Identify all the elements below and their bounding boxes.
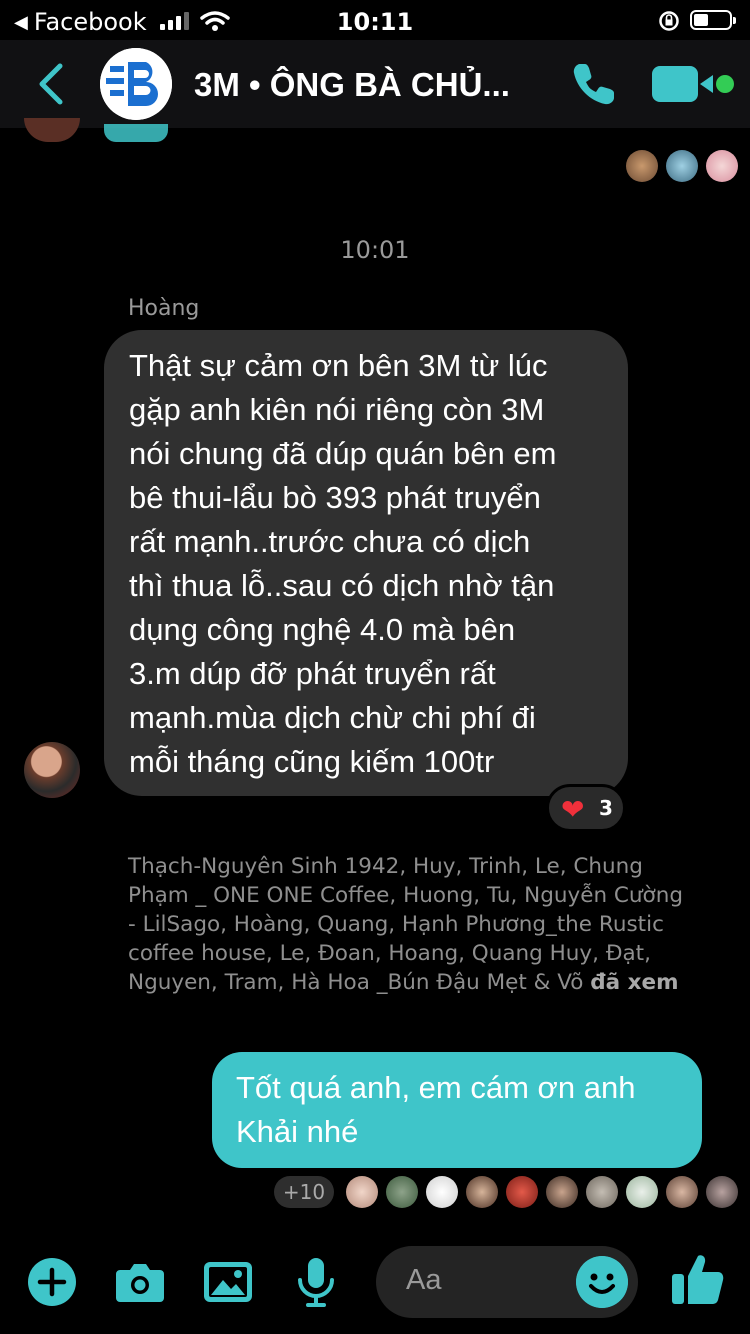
- incoming-message-bubble[interactable]: Thật sự cảm ơn bên 3M từ lúc gặp anh kiê…: [104, 330, 628, 796]
- outgoing-message-bubble[interactable]: Tốt quá anh, em cám ơn anh Khải nhé: [212, 1052, 702, 1168]
- chat-title[interactable]: 3M • ÔNG BÀ CHỦ...: [194, 66, 510, 104]
- seen-avatar[interactable]: [506, 1176, 538, 1208]
- sender-avatar[interactable]: [24, 742, 80, 798]
- camera-icon[interactable]: [112, 1254, 168, 1310]
- seen-avatar[interactable]: [626, 150, 658, 182]
- message-input[interactable]: Aa: [376, 1246, 638, 1318]
- seen-avatar[interactable]: [706, 150, 738, 182]
- seen-avatar[interactable]: [466, 1176, 498, 1208]
- reaction-badge[interactable]: ❤ 3: [546, 784, 626, 832]
- seen-avatar[interactable]: [386, 1176, 418, 1208]
- phone-icon[interactable]: [568, 58, 620, 110]
- back-arrow-icon[interactable]: [30, 60, 74, 108]
- image-icon[interactable]: [200, 1254, 256, 1310]
- thumbs-up-icon[interactable]: [668, 1250, 726, 1308]
- seen-avatar[interactable]: [426, 1176, 458, 1208]
- sender-name: Hoàng: [128, 296, 200, 321]
- incoming-message-text: Thật sự cảm ơn bên 3M từ lúc gặp anh kiê…: [129, 348, 557, 779]
- battery-icon: [690, 10, 736, 30]
- seen-avatar[interactable]: [346, 1176, 378, 1208]
- video-icon[interactable]: [652, 66, 713, 102]
- seen-avatar[interactable]: [586, 1176, 618, 1208]
- heart-icon: ❤: [561, 793, 585, 826]
- message-input-placeholder: Aa: [406, 1264, 442, 1296]
- reaction-count: 3: [599, 796, 613, 820]
- chat-header: 3M • ÔNG BÀ CHỦ...: [0, 40, 750, 128]
- microphone-icon[interactable]: [288, 1254, 344, 1310]
- seen-by-list[interactable]: Thạch-Nguyên Sinh 1942, Huy, Trinh, Le, …: [128, 852, 688, 997]
- seen-avatar[interactable]: [706, 1176, 738, 1208]
- plus-icon[interactable]: [24, 1254, 80, 1310]
- seen-avatar[interactable]: [666, 150, 698, 182]
- emoji-icon[interactable]: [576, 1256, 628, 1308]
- seen-avatar[interactable]: [546, 1176, 578, 1208]
- previous-message-avatar: [24, 118, 80, 142]
- outgoing-message-text: Tốt quá anh, em cám ơn anh Khải nhé: [236, 1070, 636, 1149]
- seen-avatar[interactable]: [626, 1176, 658, 1208]
- previous-message-fragment: [104, 124, 168, 142]
- seen-avatar[interactable]: [666, 1176, 698, 1208]
- more-seen-count[interactable]: +10: [274, 1176, 334, 1208]
- status-time: 10:11: [336, 8, 414, 36]
- brand-logo-icon: [100, 48, 172, 120]
- online-status-dot: [716, 75, 734, 93]
- status-bar: ◀ Facebook 10:11: [0, 0, 750, 40]
- message-timestamp: 10:01: [340, 236, 410, 264]
- rotation-lock-icon: [659, 11, 679, 31]
- seen-by-suffix: đã xem: [590, 970, 679, 995]
- group-avatar[interactable]: [100, 48, 172, 120]
